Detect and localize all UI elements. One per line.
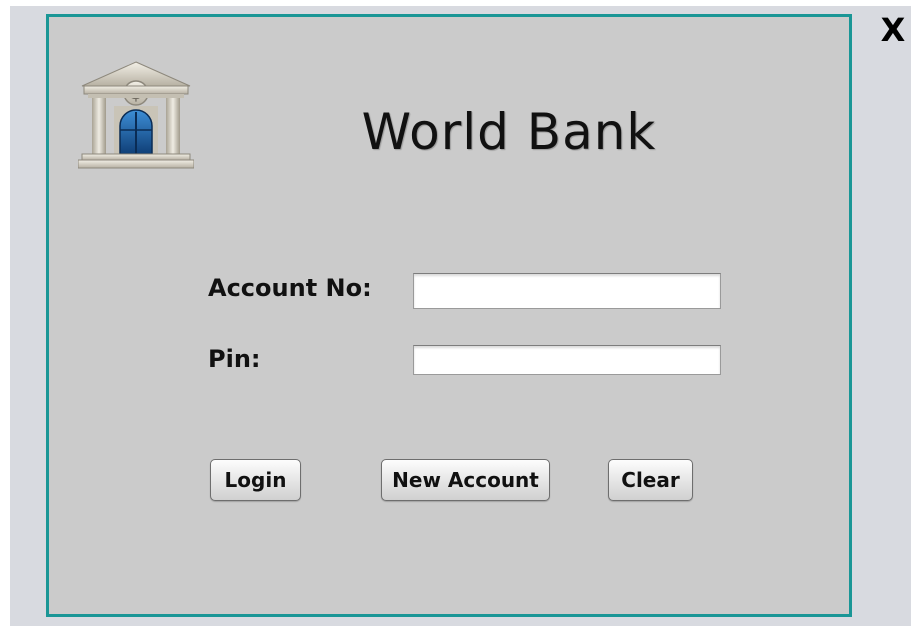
login-button[interactable]: Login — [210, 459, 301, 501]
bank-icon: $ — [77, 60, 195, 172]
pin-input[interactable] — [413, 345, 721, 375]
close-button[interactable]: X — [878, 10, 908, 50]
account-number-label: Account No: — [208, 274, 372, 302]
page-title: World Bank — [361, 103, 657, 161]
pin-label: Pin: — [208, 345, 261, 373]
new-account-button[interactable]: New Account — [381, 459, 550, 501]
account-number-input[interactable] — [413, 273, 721, 309]
login-panel: $ World Bank Account No: Pin: Login New … — [46, 14, 852, 617]
clear-button[interactable]: Clear — [608, 459, 693, 501]
